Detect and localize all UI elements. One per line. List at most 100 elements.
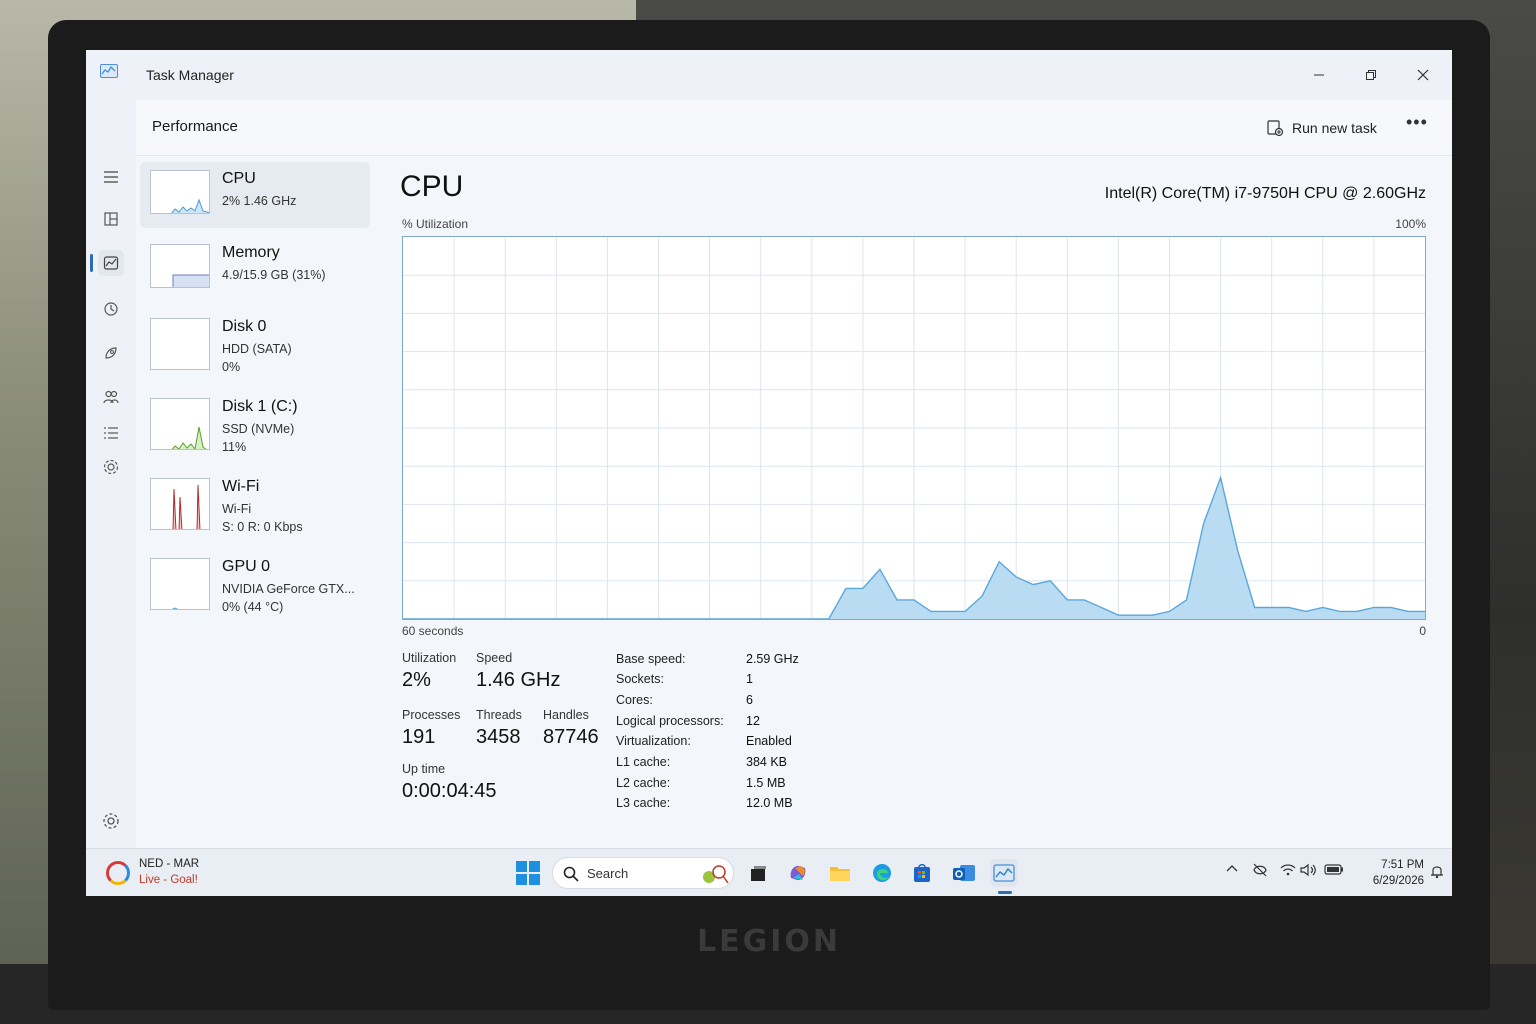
processes-icon — [104, 212, 118, 226]
device-item-disk1[interactable]: Disk 1 (C:) SSD (NVMe) 11% — [140, 390, 370, 462]
close-button[interactable] — [1400, 58, 1446, 92]
spec-label: Cores: — [616, 693, 653, 707]
widget-title[interactable]: NED - MAR — [139, 858, 199, 870]
folder-icon — [830, 867, 850, 881]
device-detail: SSD (NVMe) — [222, 422, 295, 436]
minimize-button[interactable] — [1296, 58, 1342, 92]
taskbar-file-explorer[interactable] — [826, 859, 854, 887]
device-usage: S: 0 R: 0 Kbps — [222, 520, 303, 534]
start-icon — [516, 861, 527, 872]
y-axis-max-label: 100% — [1395, 217, 1426, 231]
nav-performance[interactable] — [98, 250, 124, 276]
nav-users[interactable] — [98, 384, 124, 410]
spec-value: 12.0 MB — [746, 796, 793, 810]
title-bar: Task Manager — [86, 50, 1452, 100]
taskbar-copilot[interactable] — [784, 859, 812, 887]
spec-value: 1 — [746, 672, 753, 686]
device-item-gpu0[interactable]: GPU 0 NVIDIA GeForce GTX... 0% (44 °C) — [140, 550, 370, 622]
stat-label: Up time — [402, 762, 446, 776]
spec-value: 6 — [746, 693, 753, 707]
search-highlight-icon — [703, 865, 729, 884]
device-usage: 11% — [222, 440, 247, 454]
device-detail: 2% 1.46 GHz — [222, 194, 297, 208]
device-detail: 4.9/15.9 GB (31%) — [222, 268, 326, 282]
taskbar-search[interactable]: Search — [552, 857, 734, 889]
outlook-icon — [953, 865, 975, 881]
spec-value: 1.5 MB — [746, 776, 786, 790]
device-name: Disk 1 (C:) — [222, 398, 298, 415]
tray-battery[interactable] — [1324, 863, 1344, 878]
location-off-icon — [1253, 863, 1267, 877]
edge-icon — [873, 864, 891, 882]
device-detail: HDD (SATA) — [222, 342, 292, 356]
tray-volume[interactable] — [1300, 863, 1318, 880]
device-item-disk0[interactable]: Disk 0 HDD (SATA) 0% — [140, 310, 370, 382]
device-item-wifi[interactable]: Wi-Fi Wi-Fi S: 0 R: 0 Kbps — [140, 470, 370, 542]
spec-label: L1 cache: — [616, 755, 671, 769]
more-options-button[interactable]: ••• — [1406, 112, 1428, 133]
spec-label: Logical processors: — [616, 714, 724, 728]
notification-icon — [1431, 866, 1443, 879]
spec-value: Enabled — [746, 734, 792, 748]
stat-label: Speed — [476, 651, 513, 665]
widgets-icon[interactable] — [106, 861, 130, 885]
search-label: Search — [587, 866, 629, 881]
taskbar-edge[interactable] — [868, 859, 896, 887]
device-item-memory[interactable]: Memory 4.9/15.9 GB (31%) — [140, 236, 370, 302]
nav-details[interactable] — [98, 420, 124, 446]
stat-uptime: Up time 0:00:04:45 — [402, 762, 497, 803]
stat-label: Processes — [402, 708, 461, 722]
nav-services[interactable] — [98, 454, 124, 480]
cpu-model-name: Intel(R) Core(TM) i7-9750H CPU @ 2.60GHz — [1104, 185, 1426, 202]
cpu-graph-svg — [403, 237, 1425, 619]
volume-icon — [1300, 863, 1316, 877]
start-button[interactable] — [516, 861, 540, 885]
device-item-cpu[interactable]: CPU 2% 1.46 GHz — [140, 162, 370, 228]
widget-subtitle[interactable]: Live - Goal! — [139, 874, 198, 886]
settings-icon — [103, 813, 119, 829]
nav-startup-apps[interactable] — [98, 340, 124, 366]
chevron-up-icon — [1226, 865, 1238, 872]
nav-app-history[interactable] — [98, 296, 124, 322]
window-title: Task Manager — [146, 67, 234, 83]
restore-icon — [1366, 70, 1376, 80]
stat-value: 1.46 GHz — [476, 669, 561, 691]
taskbar-outlook[interactable] — [950, 859, 978, 887]
device-name: Memory — [222, 244, 280, 261]
services-icon — [103, 459, 119, 475]
search-icon — [563, 866, 579, 882]
device-list: CPU 2% 1.46 GHz Memory 4.9/15.9 GB (31%)… — [140, 162, 372, 630]
clock-time: 7:51 PM — [1381, 859, 1424, 871]
run-new-task-button[interactable]: Run new task — [1266, 114, 1377, 142]
history-icon — [104, 302, 118, 316]
battery-icon — [1324, 864, 1343, 875]
nav-processes[interactable] — [98, 206, 124, 232]
spec-label: L3 cache: — [616, 796, 671, 810]
tray-overflow-button[interactable] — [1226, 863, 1238, 878]
taskbar-task-manager[interactable] — [990, 859, 1018, 887]
device-name: GPU 0 — [222, 558, 271, 575]
hamburger-icon — [104, 171, 118, 183]
device-usage: 0% — [222, 360, 241, 374]
laptop-brand-logo: LEGION — [696, 924, 841, 959]
tray-notifications[interactable] — [1430, 863, 1444, 882]
disk1-thumbnail — [150, 398, 210, 450]
taskbar-task-view[interactable] — [744, 859, 772, 887]
task-manager-active-indicator — [998, 891, 1012, 894]
wifi-icon — [1280, 864, 1296, 876]
restore-button[interactable] — [1348, 58, 1394, 92]
screen: Task Manager Performance Run new task ••… — [86, 50, 1452, 896]
clock-date: 6/29/2026 — [1372, 875, 1424, 887]
nav-active-indicator — [90, 254, 93, 272]
stat-value: 191 — [402, 726, 436, 748]
taskbar-clock[interactable]: 7:51 PM 6/29/2026 — [1348, 857, 1424, 889]
taskbar-store[interactable] — [908, 859, 936, 887]
tray-wifi[interactable] — [1280, 863, 1296, 880]
hamburger-menu-button[interactable] — [98, 164, 124, 190]
tray-location[interactable] — [1252, 863, 1268, 880]
settings-button[interactable] — [100, 810, 122, 832]
run-new-task-label: Run new task — [1292, 120, 1377, 136]
stat-threads: Threads 3458 — [476, 708, 522, 749]
cpu-thumbnail — [150, 170, 210, 214]
startup-icon — [105, 347, 117, 359]
